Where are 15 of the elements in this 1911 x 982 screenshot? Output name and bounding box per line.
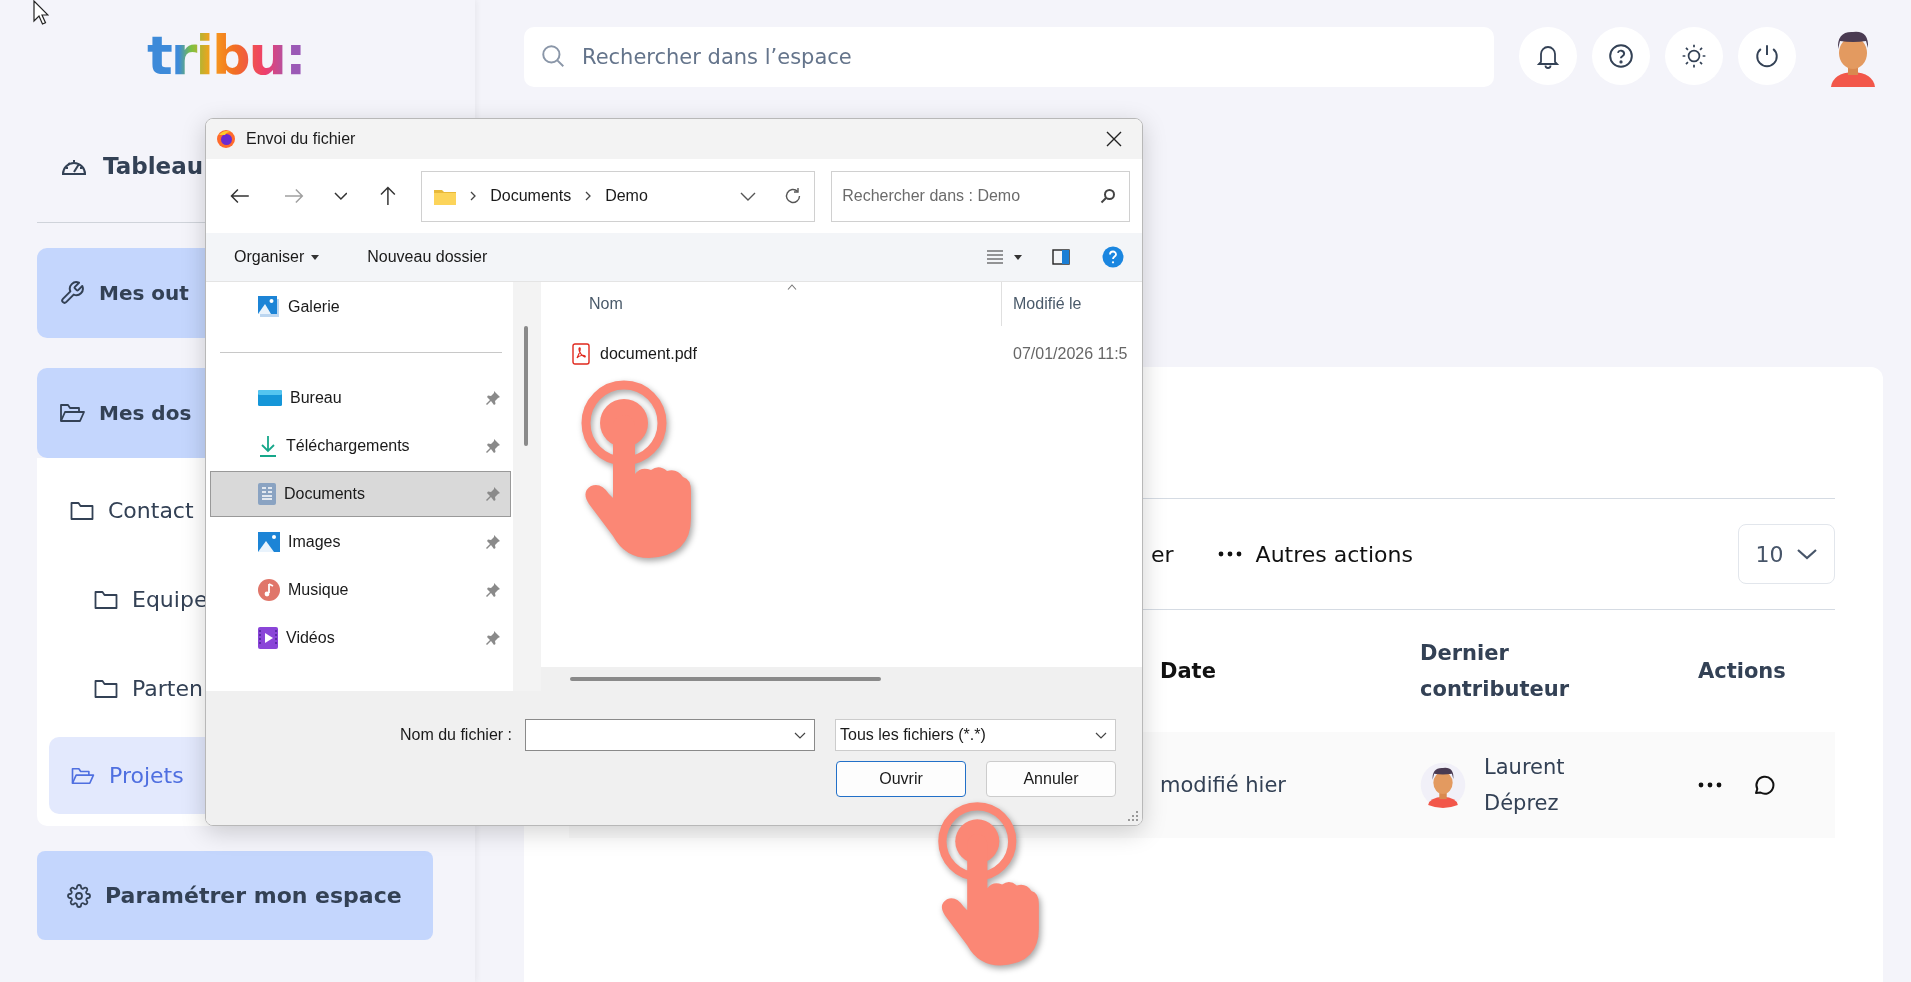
- window-title: Envoi du fichier: [246, 130, 356, 148]
- file-date: 07/01/2026 11:5: [1013, 345, 1128, 363]
- navigation-label: Vidéos: [286, 629, 335, 647]
- navigation-label: Documents: [284, 485, 365, 503]
- table-cell-text: modifié hier: [1160, 773, 1287, 797]
- navigation-label: Téléchargements: [286, 437, 410, 455]
- navigation-label: Bureau: [290, 389, 342, 407]
- navigation-label: Musique: [288, 581, 349, 599]
- column-header: Dernier contributeur: [1420, 640, 1570, 703]
- column-header: Date: [1160, 658, 1217, 685]
- file-name-label: Nom du fichier :: [398, 726, 512, 744]
- contributor-name: Laurent Déprez: [1484, 754, 1566, 817]
- navigation-label: Galerie: [288, 298, 340, 316]
- navigation-label: Images: [288, 533, 341, 551]
- column-header: Actions: [1698, 658, 1787, 685]
